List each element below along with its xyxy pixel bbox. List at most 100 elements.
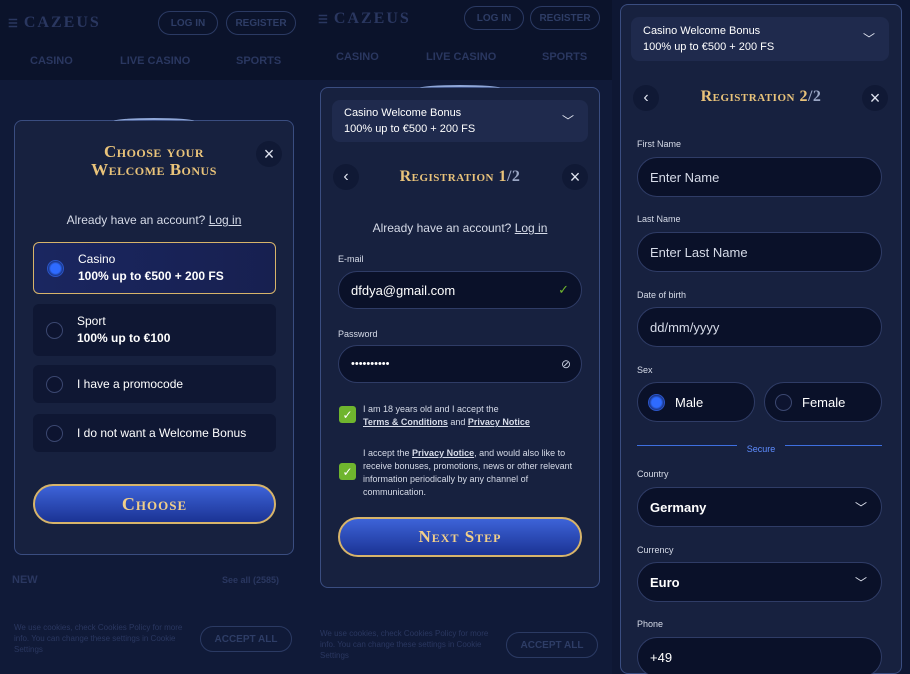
currency-select[interactable]: Euro ﹀ <box>637 562 882 602</box>
radio-unselected[interactable] <box>775 393 792 411</box>
close-icon[interactable]: × <box>562 164 588 190</box>
bonus-dropdown[interactable]: Casino Welcome Bonus 100% up to €500 + 2… <box>332 100 588 142</box>
male-label: Male <box>675 394 704 410</box>
logo: CAZEUS <box>333 10 411 27</box>
option-no-bonus[interactable]: I do not want a Welcome Bonus <box>33 414 276 452</box>
login-button[interactable]: LOG IN <box>158 11 218 35</box>
title-step: /2 <box>506 168 521 185</box>
bonus-dropdown[interactable]: Casino Welcome Bonus 100% up to €500 + 2… <box>631 17 889 61</box>
option-casino[interactable]: Casino 100% up to €500 + 200 FS <box>33 242 276 294</box>
title-step: /2 <box>807 88 822 105</box>
consent-marketing-text: I accept the Privacy Notice, and would a… <box>363 447 585 499</box>
secure-label-wrap: Secure <box>621 439 901 457</box>
nav-casino[interactable]: CASINO <box>30 55 73 67</box>
bonus-value: 100% up to €500 + 200 FS <box>344 123 476 135</box>
chevron-down-icon: ﹀ <box>862 32 875 46</box>
panel-registration-1: ☰ CAZEUS LOG IN REGISTER CASINO LIVE CAS… <box>306 0 612 674</box>
accept-all-button[interactable]: ACCEPT ALL <box>506 632 598 658</box>
choose-bonus-modal: Choose your Welcome Bonus × Already have… <box>14 118 294 555</box>
option-promocode[interactable]: I have a promocode <box>33 365 276 403</box>
registration-2-modal: Casino Welcome Bonus 100% up to €500 + 2… <box>620 4 902 674</box>
radio-unselected[interactable] <box>46 375 63 393</box>
nav-casino[interactable]: CASINO <box>336 51 379 63</box>
email-value: dfdya@gmail.com <box>351 282 456 298</box>
option-title: Casino <box>78 252 116 266</box>
login-prompt: Already have an account? Log in <box>15 213 293 227</box>
see-all-link[interactable]: See all (2585) <box>222 575 279 585</box>
phone-prefix: +49 <box>650 649 673 665</box>
last-name-label: Last Name <box>637 214 681 224</box>
nav-sports[interactable]: SPORTS <box>542 51 587 63</box>
consent-marketing-checkbox[interactable]: ✓ <box>339 463 356 480</box>
nav-live-casino[interactable]: LIVE CASINO <box>120 55 190 67</box>
close-icon[interactable]: × <box>256 141 282 167</box>
register-button[interactable]: REGISTER <box>226 11 296 35</box>
check-icon: ✓ <box>558 282 569 297</box>
password-value: •••••••••• <box>351 358 390 370</box>
currency-label: Currency <box>637 545 674 555</box>
option-title: I have a promocode <box>77 377 184 391</box>
first-name-placeholder: Enter Name <box>650 169 720 185</box>
background-new-row: NEW See all (2585) <box>0 572 306 588</box>
sex-female-option[interactable]: Female <box>764 382 882 422</box>
radio-unselected[interactable] <box>46 321 63 339</box>
country-select[interactable]: Germany ﹀ <box>637 487 882 527</box>
have-account-text: Already have an account? <box>372 221 512 235</box>
new-label: NEW <box>12 574 38 586</box>
bonus-title: Casino Welcome Bonus <box>643 25 761 37</box>
bonus-title: Casino Welcome Bonus <box>344 107 462 119</box>
modal-title: Registration 2/2 <box>621 88 901 106</box>
consent-age-checkbox[interactable]: ✓ <box>339 406 356 423</box>
title-text: Registration 2 <box>700 88 808 105</box>
consent-age-text: I am 18 years old and I accept the Terms… <box>363 403 583 429</box>
radio-selected[interactable] <box>47 259 64 277</box>
background-nav: CASINO LIVE CASINO SPORTS <box>0 52 306 70</box>
radio-selected[interactable] <box>648 393 665 411</box>
chevron-down-icon: ﹀ <box>854 500 867 515</box>
background-nav: CASINO LIVE CASINO SPORTS <box>306 48 612 66</box>
chevron-down-icon: ﹀ <box>854 575 867 590</box>
privacy-link[interactable]: Privacy Notice <box>468 417 530 427</box>
choose-button[interactable]: Choose <box>33 484 276 524</box>
dob-placeholder: dd/mm/yyyy <box>650 319 720 335</box>
login-button[interactable]: LOG IN <box>464 6 524 30</box>
option-value: 100% up to €100 <box>77 331 171 345</box>
radio-unselected[interactable] <box>46 424 63 442</box>
title-line-2: Welcome Bonus <box>91 160 217 179</box>
currency-value: Euro <box>650 574 680 590</box>
login-link[interactable]: Log in <box>209 213 242 227</box>
password-label: Password <box>338 329 378 339</box>
chevron-down-icon: ﹀ <box>561 114 574 128</box>
menu-icon: ☰ <box>8 17 18 30</box>
female-label: Female <box>802 394 846 410</box>
eye-hidden-icon[interactable]: ⊘ <box>561 357 571 371</box>
terms-link[interactable]: Terms & Conditions <box>363 417 448 427</box>
login-link[interactable]: Log in <box>515 221 548 235</box>
nav-sports[interactable]: SPORTS <box>236 55 281 67</box>
dob-field[interactable]: dd/mm/yyyy <box>637 307 882 347</box>
consent-text: I accept the <box>363 448 410 458</box>
have-account-text: Already have an account? <box>66 213 206 227</box>
cookie-text: We use cookies, check Cookies Policy for… <box>14 623 183 654</box>
sex-male-option[interactable]: Male <box>637 382 755 422</box>
modal-title: Registration 1/2 <box>321 168 599 186</box>
email-field[interactable]: dfdya@gmail.com ✓ <box>338 271 582 309</box>
first-name-field[interactable]: Enter Name <box>637 157 882 197</box>
option-value: 100% up to €500 + 200 FS <box>78 269 224 283</box>
register-button[interactable]: REGISTER <box>530 6 600 30</box>
next-step-button[interactable]: Next Step <box>338 517 582 557</box>
option-sport[interactable]: Sport 100% up to €100 <box>33 304 276 356</box>
consent-and: and <box>450 417 466 427</box>
last-name-field[interactable]: Enter Last Name <box>637 232 882 272</box>
title-line-1: Choose your <box>103 142 205 161</box>
nav-live-casino[interactable]: LIVE CASINO <box>426 51 496 63</box>
privacy-link[interactable]: Privacy Notice <box>412 448 474 458</box>
password-field[interactable]: •••••••••• ⊘ <box>338 345 582 383</box>
phone-field[interactable]: +49 <box>637 637 882 674</box>
consent-text: I am 18 years old and I accept the <box>363 404 499 414</box>
close-icon[interactable]: × <box>862 85 888 111</box>
cookie-text: We use cookies, check Cookies Policy for… <box>320 629 489 660</box>
accept-all-button[interactable]: ACCEPT ALL <box>200 626 292 652</box>
panel-registration-2: Casino Welcome Bonus 100% up to €500 + 2… <box>612 0 910 674</box>
email-label: E-mail <box>338 254 364 264</box>
